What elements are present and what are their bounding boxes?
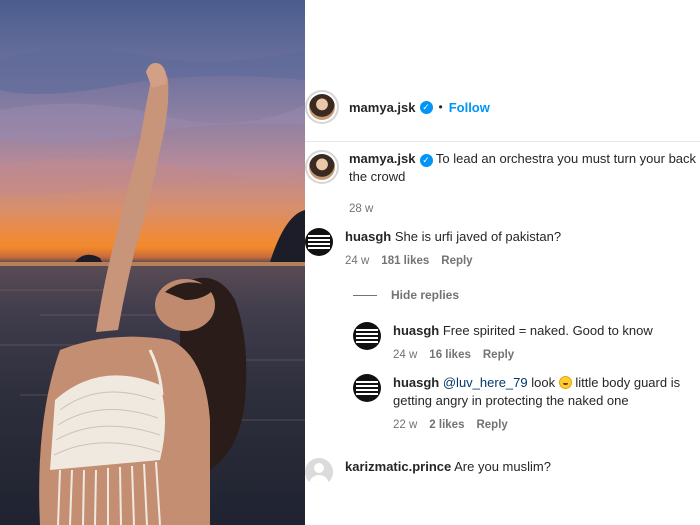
commenter-avatar[interactable] [305, 228, 333, 256]
verified-badge-icon: ✓ [419, 153, 433, 167]
separator-dot: • [438, 100, 443, 114]
hide-replies-label: Hide replies [391, 288, 460, 302]
comments-panel: mamya.jsk ✓ • Follow mamya.jsk ✓ To lead … [305, 0, 700, 525]
comment: huasgh She is urfi javed of pakistan? 24… [305, 228, 700, 270]
caption-text-line2: the crowd [349, 169, 406, 184]
comment-username[interactable]: karizmatic.prince [345, 459, 451, 474]
reply-button[interactable]: Reply [476, 416, 507, 434]
header-divider [305, 141, 700, 142]
reply-text: Free spirited = naked. Good to know [442, 323, 653, 338]
comment: karizmatic.prince Are you muslim? [305, 458, 700, 486]
reply-username[interactable]: huasgh [393, 375, 439, 390]
caption-text-line1: To lead an orchestra you must turn your … [435, 151, 700, 166]
comment-text: She is urfi javed of pakistan? [394, 229, 562, 244]
comment-time[interactable]: 24 w [345, 252, 369, 270]
reply-time[interactable]: 22 w [393, 416, 417, 434]
comment-likes[interactable]: 181 likes [381, 252, 429, 270]
follow-button[interactable]: Follow [449, 100, 490, 115]
reply-likes[interactable]: 2 likes [429, 416, 464, 434]
author-username[interactable]: mamya.jsk [349, 100, 416, 115]
laughing-emoji-icon [558, 376, 572, 389]
reply: huasgh Free spirited = naked. Good to kn… [353, 322, 700, 364]
reply: huasgh @luv_here_79 look little body gua… [353, 374, 700, 434]
post-header: mamya.jsk ✓ • Follow [305, 83, 700, 131]
post-photo[interactable] [0, 0, 305, 525]
reply-likes[interactable]: 16 likes [429, 346, 471, 364]
reply-text-part1: look [527, 375, 559, 390]
reply-button[interactable]: Reply [483, 346, 514, 364]
reply-button[interactable]: Reply [441, 252, 472, 270]
comment-username[interactable]: huasgh [345, 229, 391, 244]
sunset-beach-photo [0, 48, 305, 525]
commenter-avatar[interactable] [353, 322, 381, 350]
author-avatar[interactable] [305, 90, 339, 124]
comment-text: Are you muslim? [454, 459, 551, 474]
caption-time[interactable]: 28 w [349, 200, 373, 218]
caption-avatar[interactable] [305, 150, 339, 184]
caption: mamya.jsk ✓ To lead an orchestra you must… [305, 150, 700, 218]
mention-link[interactable]: @luv_here_79 [443, 375, 528, 390]
caption-username[interactable]: mamya.jsk [349, 151, 416, 166]
hide-replies-button[interactable]: Hide replies [353, 288, 459, 302]
hide-replies-line [353, 294, 377, 296]
commenter-avatar[interactable] [353, 374, 381, 402]
reply-time[interactable]: 24 w [393, 346, 417, 364]
verified-badge-icon: ✓ [419, 100, 433, 114]
default-avatar-icon[interactable] [305, 458, 333, 486]
reply-username[interactable]: huasgh [393, 323, 439, 338]
